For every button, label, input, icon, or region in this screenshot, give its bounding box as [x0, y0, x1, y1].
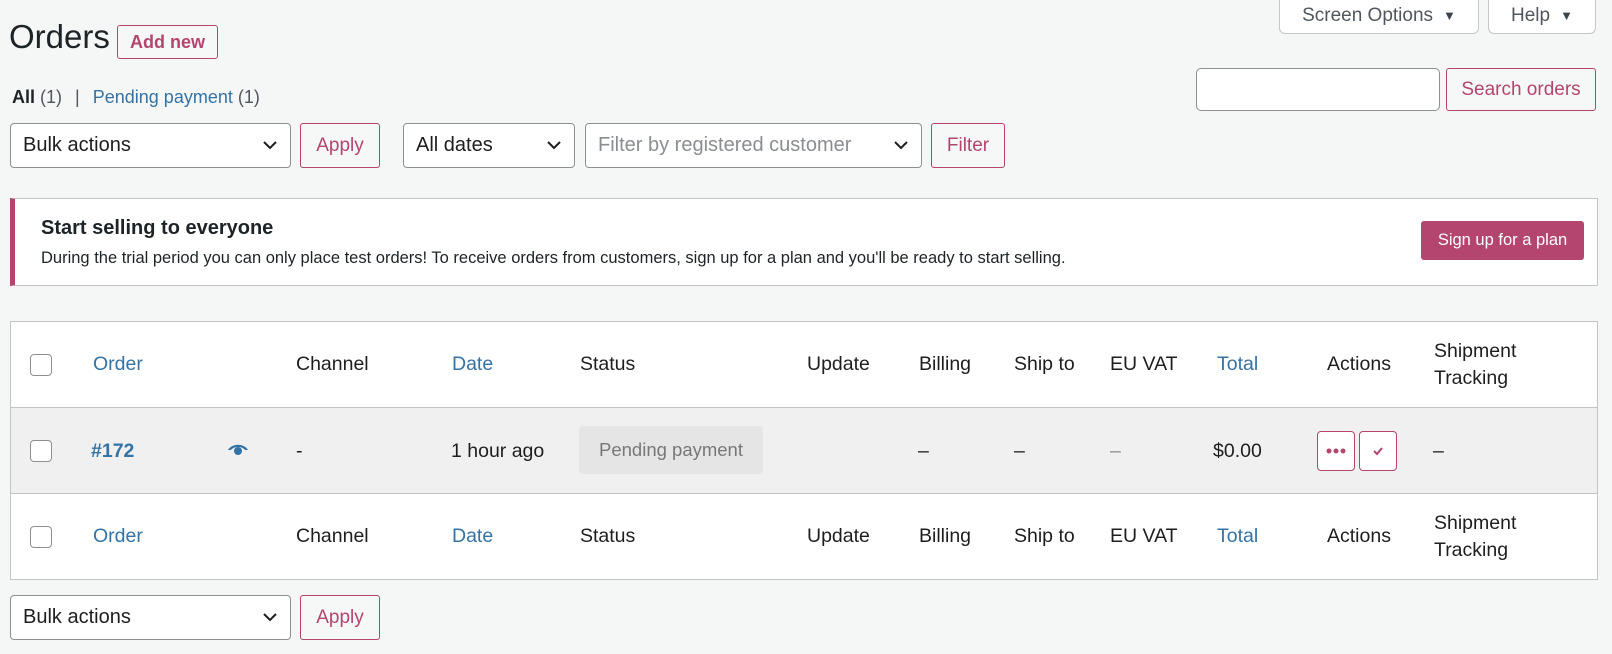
dates-value: All dates — [416, 134, 493, 156]
column-actions-footer: Actions — [1327, 525, 1391, 547]
table-header-row: Order Channel Date Status Update Billing… — [11, 322, 1597, 408]
bulk-actions-select-bottom[interactable]: Bulk actions — [10, 595, 291, 640]
notice-title: Start selling to everyone — [41, 217, 274, 239]
select-all-checkbox-footer[interactable] — [30, 526, 52, 548]
order-number-link[interactable]: #172 — [91, 438, 134, 465]
column-shipment-tracking: Shipment Tracking — [1434, 338, 1516, 392]
column-channel-footer: Channel — [296, 525, 369, 547]
column-order-footer[interactable]: Order — [93, 523, 143, 550]
order-date: 1 hour ago — [451, 440, 545, 462]
column-order[interactable]: Order — [93, 351, 143, 378]
column-update-footer: Update — [807, 525, 870, 547]
filter-pending-link[interactable]: Pending payment — [93, 87, 233, 107]
screen-options-label: Screen Options — [1302, 4, 1434, 26]
column-shipment-line-2: Tracking — [1434, 539, 1509, 561]
filter-separator: | — [75, 87, 80, 107]
search-orders-button[interactable]: Search orders — [1446, 68, 1596, 111]
filter-pending-count: (1) — [237, 87, 260, 107]
add-new-button[interactable]: Add new — [117, 25, 218, 59]
filter-button[interactable]: Filter — [931, 123, 1005, 168]
order-billing: – — [918, 440, 929, 462]
filter-all-link[interactable]: All — [12, 87, 35, 107]
order-eu-vat: – — [1110, 440, 1121, 462]
bulk-actions-select[interactable]: Bulk actions — [10, 123, 291, 168]
dates-select[interactable]: All dates — [403, 123, 575, 168]
table-footer-row: Order Channel Date Status Update Billing… — [11, 494, 1597, 580]
column-actions: Actions — [1327, 353, 1391, 375]
filter-all-count: (1) — [40, 87, 63, 107]
column-eu-vat-footer: EU VAT — [1110, 525, 1178, 547]
column-status: Status — [580, 353, 636, 375]
column-update: Update — [807, 353, 870, 375]
status-filter-links: All (1) | Pending payment (1) — [12, 87, 260, 108]
customer-filter-select[interactable]: Filter by registered customer — [585, 123, 922, 168]
select-all-checkbox[interactable] — [30, 354, 52, 376]
apply-button[interactable]: Apply — [300, 123, 380, 168]
order-shipment-tracking: – — [1433, 440, 1444, 462]
orders-table: Order Channel Date Status Update Billing… — [10, 321, 1598, 580]
order-ship-to: – — [1014, 440, 1025, 462]
help-label: Help — [1511, 4, 1551, 26]
bulk-actions-value-bottom: Bulk actions — [23, 606, 131, 628]
complete-order-button[interactable] — [1359, 431, 1397, 471]
column-date-footer[interactable]: Date — [452, 523, 493, 550]
order-total: $0.00 — [1213, 440, 1262, 462]
column-shipment-line-2: Tracking — [1434, 367, 1509, 389]
column-billing-footer: Billing — [919, 525, 972, 547]
row-checkbox[interactable] — [30, 440, 52, 462]
screen-options-button[interactable]: Screen Options ▼ — [1279, 0, 1479, 34]
column-channel: Channel — [296, 353, 369, 375]
chevron-down-icon — [263, 613, 277, 622]
triangle-down-icon: ▼ — [1560, 8, 1573, 23]
column-date[interactable]: Date — [452, 351, 493, 378]
column-eu-vat: EU VAT — [1110, 353, 1178, 375]
column-shipment-tracking-footer: Shipment Tracking — [1434, 510, 1516, 564]
column-shipment-line-1: Shipment — [1434, 512, 1517, 534]
column-total[interactable]: Total — [1217, 351, 1258, 378]
trial-notice: Start selling to everyone During the tri… — [10, 198, 1598, 286]
sign-up-button[interactable]: Sign up for a plan — [1421, 221, 1584, 260]
column-ship-to: Ship to — [1014, 353, 1075, 375]
apply-button-bottom[interactable]: Apply — [300, 595, 380, 640]
help-button[interactable]: Help ▼ — [1488, 0, 1596, 34]
order-channel: - — [296, 440, 303, 462]
ellipsis-icon — [1326, 448, 1346, 454]
column-status-footer: Status — [580, 525, 636, 547]
chevron-down-icon — [263, 141, 277, 150]
checkmark-icon — [1373, 447, 1383, 456]
customer-filter-placeholder: Filter by registered customer — [598, 134, 852, 156]
bulk-actions-value: Bulk actions — [23, 134, 131, 156]
column-total-footer[interactable]: Total — [1217, 523, 1258, 550]
table-row: #172 - 1 hour ago Pending payment – – – … — [11, 408, 1597, 494]
status-badge: Pending payment — [579, 426, 763, 474]
column-shipment-line-1: Shipment — [1434, 340, 1517, 362]
more-actions-button[interactable] — [1317, 431, 1355, 471]
search-input[interactable] — [1196, 68, 1440, 111]
eye-icon[interactable] — [227, 442, 249, 458]
triangle-down-icon: ▼ — [1443, 8, 1456, 23]
column-billing: Billing — [919, 353, 972, 375]
column-ship-to-footer: Ship to — [1014, 525, 1075, 547]
page-title: Orders — [9, 18, 110, 55]
chevron-down-icon — [547, 141, 561, 150]
chevron-down-icon — [894, 141, 908, 150]
notice-text: During the trial period you can only pla… — [41, 249, 1066, 267]
